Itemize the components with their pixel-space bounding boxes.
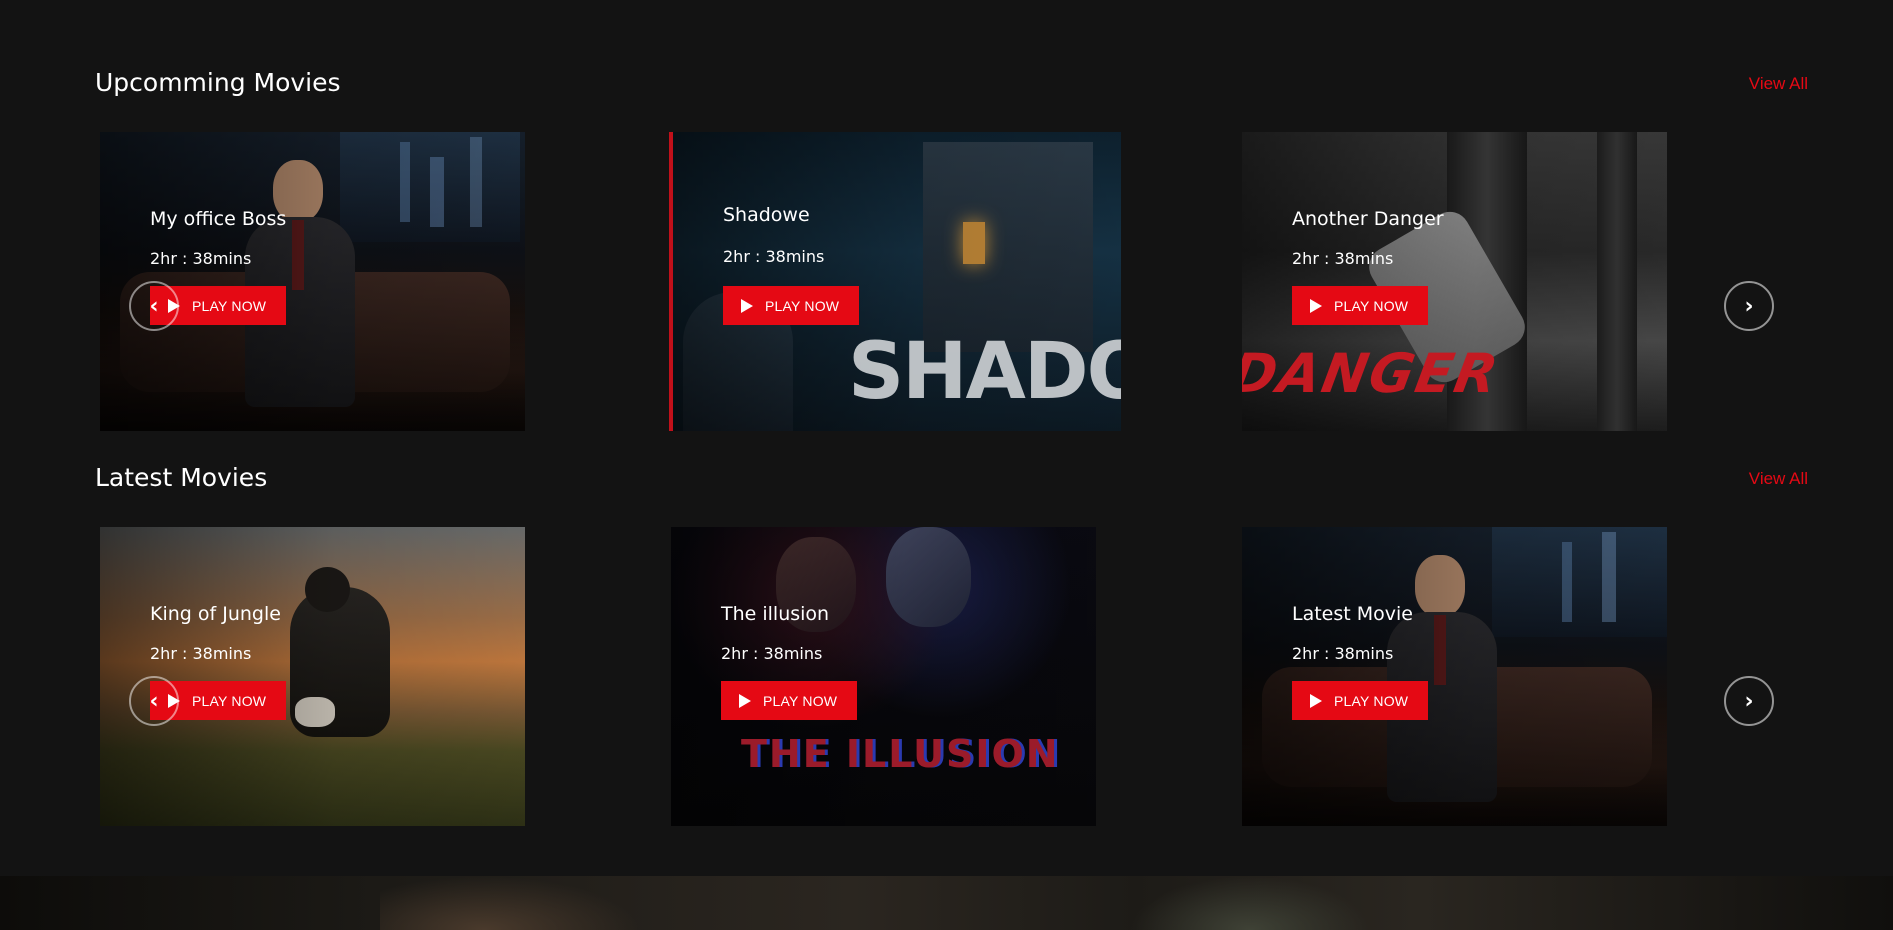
section-title: Upcomming Movies bbox=[95, 68, 341, 97]
movie-card[interactable]: DANGER Another Danger 2hr : 38mins PLAY … bbox=[1242, 132, 1667, 431]
movie-card[interactable]: My office Boss 2hr : 38mins PLAY NOW bbox=[100, 132, 525, 431]
play-icon bbox=[1310, 693, 1322, 708]
movie-title: Shadowe bbox=[723, 204, 810, 226]
movie-card[interactable]: Latest Movie 2hr : 38mins PLAY NOW bbox=[1242, 527, 1667, 826]
play-now-label: PLAY NOW bbox=[192, 297, 267, 314]
poster-text: DANGER bbox=[1242, 342, 1505, 405]
movies-page: Upcomming Movies View All My office Boss… bbox=[0, 0, 1893, 930]
play-now-button[interactable]: PLAY NOW bbox=[1292, 681, 1429, 720]
chevron-left-icon: ‹ bbox=[149, 293, 159, 319]
view-all-link[interactable]: View All bbox=[1749, 469, 1808, 489]
play-icon bbox=[739, 693, 751, 708]
movie-card[interactable]: THE ILLUSION The illusion 2hr : 38mins P… bbox=[671, 527, 1096, 826]
play-icon bbox=[741, 298, 753, 313]
carousel-prev-button[interactable]: ‹ bbox=[129, 281, 179, 331]
movie-duration: 2hr : 38mins bbox=[723, 247, 825, 266]
play-now-label: PLAY NOW bbox=[1334, 692, 1409, 709]
play-now-button[interactable]: PLAY NOW bbox=[723, 286, 860, 325]
chevron-right-icon: › bbox=[1744, 688, 1754, 714]
movie-title: The illusion bbox=[721, 603, 830, 625]
movie-title: My office Boss bbox=[150, 208, 287, 230]
play-now-button[interactable]: PLAY NOW bbox=[721, 681, 858, 720]
movie-duration: 2hr : 38mins bbox=[1292, 249, 1394, 268]
play-now-button[interactable]: PLAY NOW bbox=[1292, 286, 1429, 325]
chevron-right-icon: › bbox=[1744, 293, 1754, 319]
section-title: Latest Movies bbox=[95, 463, 268, 492]
movie-duration: 2hr : 38mins bbox=[1292, 644, 1394, 663]
carousel-next-button[interactable]: › bbox=[1724, 281, 1774, 331]
bottom-banner-image bbox=[0, 876, 1893, 930]
movie-title: King of Jungle bbox=[150, 603, 281, 625]
movie-duration: 2hr : 38mins bbox=[150, 644, 252, 663]
carousel-next-button[interactable]: › bbox=[1724, 676, 1774, 726]
poster-text: SHADOW bbox=[848, 327, 1121, 417]
movie-duration: 2hr : 38mins bbox=[150, 249, 252, 268]
play-now-label: PLAY NOW bbox=[765, 297, 840, 314]
play-icon bbox=[1310, 298, 1322, 313]
carousel-prev-button[interactable]: ‹ bbox=[129, 676, 179, 726]
play-now-label: PLAY NOW bbox=[763, 692, 838, 709]
play-now-label: PLAY NOW bbox=[192, 692, 267, 709]
movie-card[interactable]: SHADOW Shadowe 2hr : 38mins PLAY NOW bbox=[669, 132, 1121, 431]
movie-title: Latest Movie bbox=[1292, 603, 1413, 625]
play-now-label: PLAY NOW bbox=[1334, 297, 1409, 314]
chevron-left-icon: ‹ bbox=[149, 688, 159, 714]
movie-title: Another Danger bbox=[1292, 208, 1444, 230]
movie-duration: 2hr : 38mins bbox=[721, 644, 823, 663]
view-all-link[interactable]: View All bbox=[1749, 74, 1808, 94]
poster-text: THE ILLUSION bbox=[741, 732, 1060, 776]
movie-card[interactable]: King of Jungle 2hr : 38mins PLAY NOW bbox=[100, 527, 525, 826]
